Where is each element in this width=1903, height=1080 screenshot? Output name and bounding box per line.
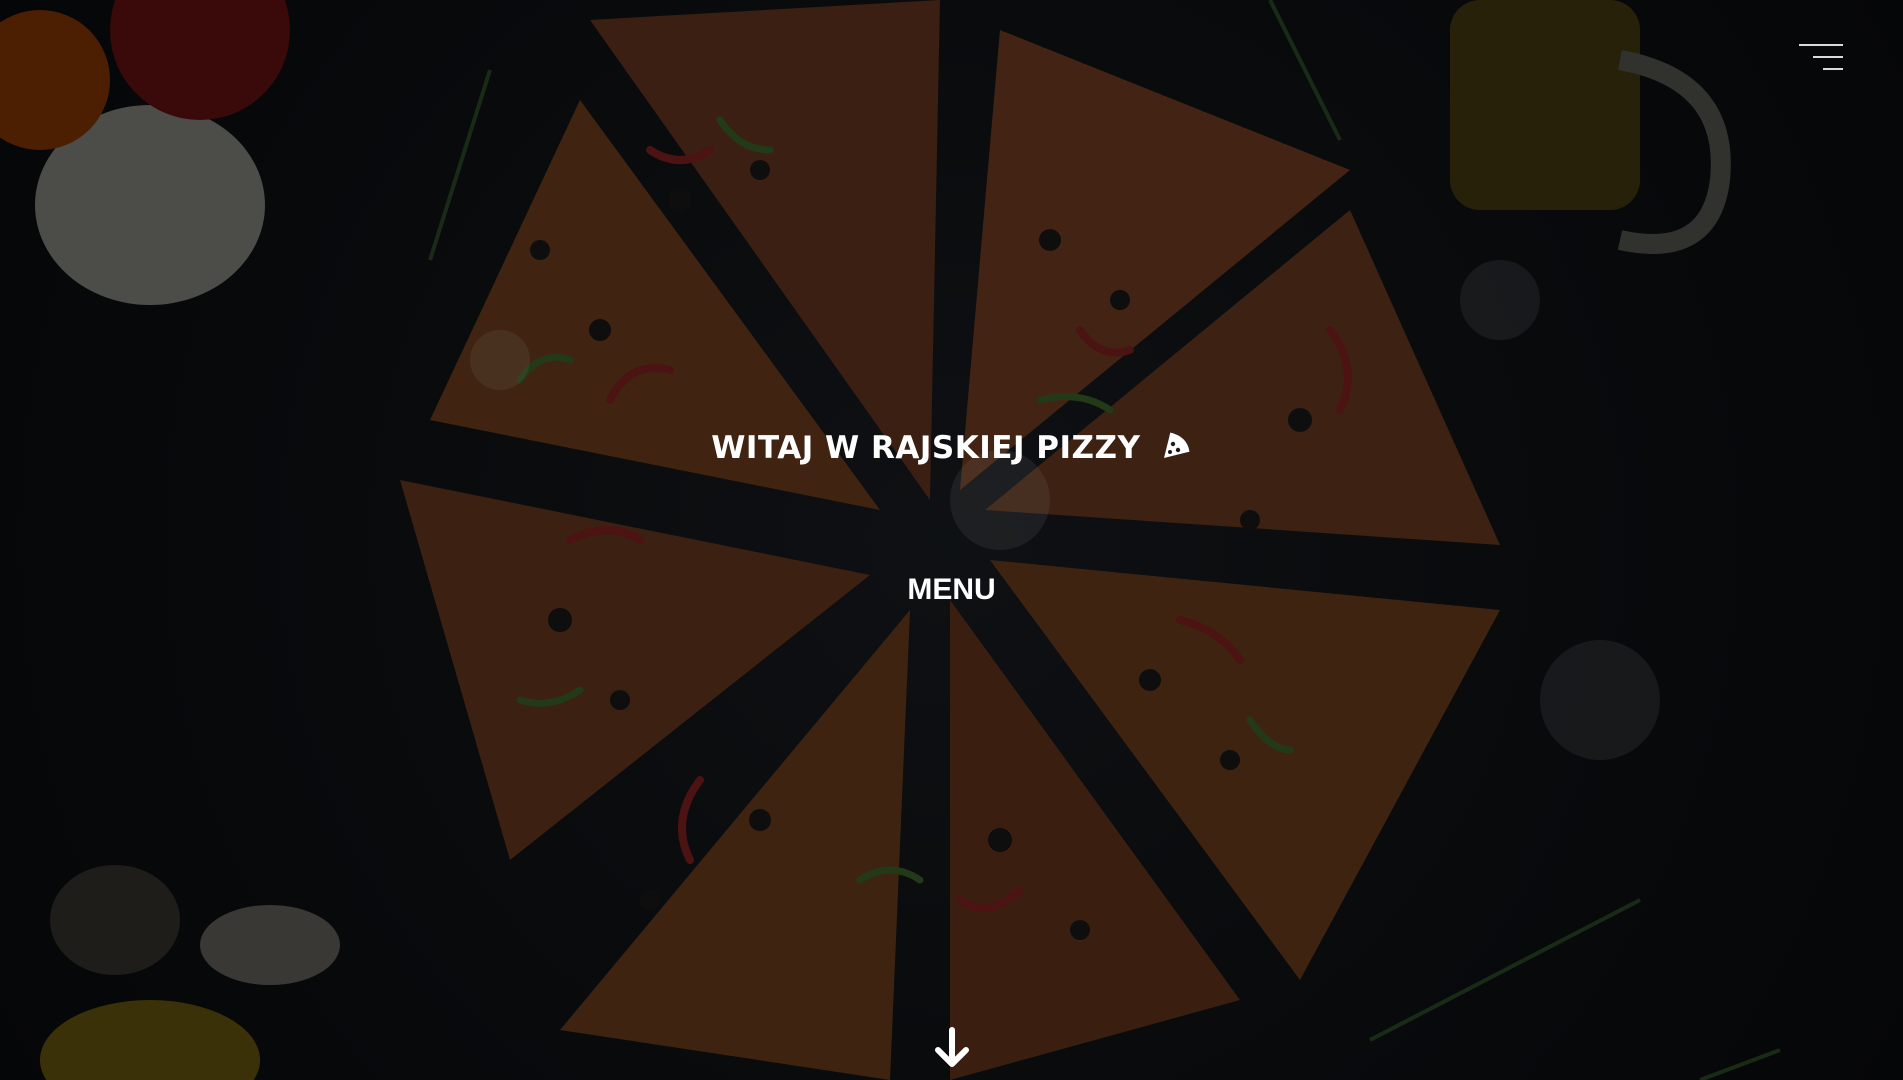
- menu-line-top: [1799, 44, 1843, 46]
- menu-link[interactable]: MENU: [907, 573, 995, 606]
- hero-headline-text: WITAJ W RAJSKIEJ PIZZY: [711, 430, 1141, 466]
- hero-section: WITAJ W RAJSKIEJ PIZZY MENU: [0, 0, 1903, 1080]
- dark-overlay: [0, 0, 1903, 1080]
- menu-link-wrapper: MENU: [0, 573, 1903, 607]
- hero-headline: WITAJ W RAJSKIEJ PIZZY: [0, 430, 1903, 470]
- hamburger-menu-icon[interactable]: [1799, 40, 1843, 76]
- arrow-down-icon[interactable]: [932, 1026, 972, 1070]
- menu-line-middle: [1813, 56, 1843, 58]
- menu-line-bottom: [1823, 68, 1843, 70]
- pizza-slice-icon: [1160, 430, 1192, 470]
